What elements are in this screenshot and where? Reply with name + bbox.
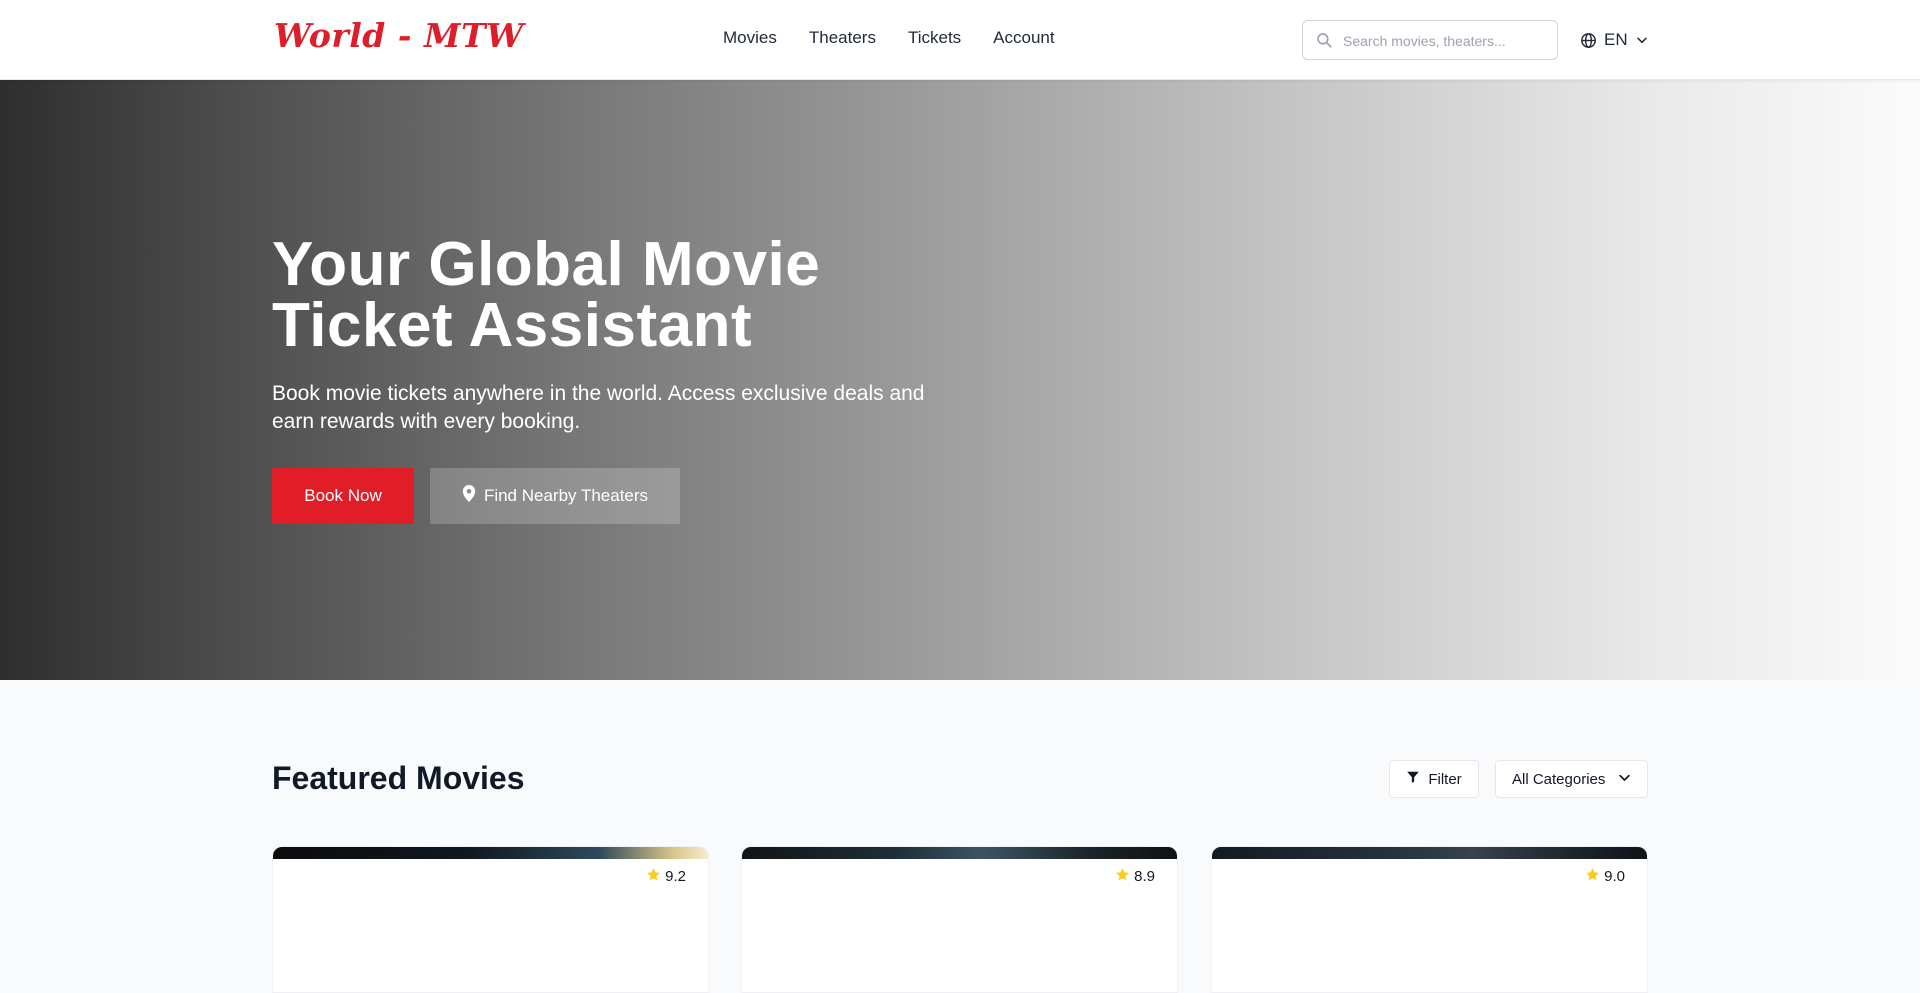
- movie-rating: 9.2: [646, 867, 686, 886]
- nav-tickets[interactable]: Tickets: [908, 28, 961, 48]
- site-header: World - MTW Movies Theaters Tickets Acco…: [0, 0, 1920, 80]
- site-logo[interactable]: World - MTW: [274, 16, 524, 55]
- filter-label: Filter: [1428, 770, 1462, 788]
- movie-card[interactable]: 8.9: [741, 846, 1178, 993]
- search-input[interactable]: [1343, 29, 1549, 53]
- main-nav: Movies Theaters Tickets Account: [723, 28, 1055, 48]
- movie-poster: [742, 847, 1177, 859]
- hero-title-line-1: Your Global Movie: [272, 230, 821, 299]
- hero-banner: Your Global Movie Ticket Assistant Book …: [0, 80, 1920, 680]
- find-nearby-theaters-button[interactable]: Find Nearby Theaters: [430, 468, 680, 524]
- movie-card[interactable]: 9.2: [272, 846, 709, 993]
- nav-theaters[interactable]: Theaters: [809, 28, 876, 48]
- nav-account[interactable]: Account: [993, 28, 1054, 48]
- category-dropdown[interactable]: All Categories: [1495, 760, 1648, 798]
- star-icon: [1115, 867, 1130, 886]
- movie-rating: 9.0: [1585, 867, 1625, 886]
- find-nearby-theaters-label: Find Nearby Theaters: [483, 486, 649, 505]
- movie-rating: 8.9: [1115, 867, 1155, 886]
- category-label: All Categories: [1512, 770, 1606, 788]
- hero-title: Your Global Movie Ticket Assistant: [272, 234, 972, 357]
- star-icon: [646, 867, 661, 886]
- language-selector[interactable]: EN: [1580, 30, 1649, 50]
- book-now-button[interactable]: Book Now: [272, 468, 414, 524]
- star-icon: [1585, 867, 1600, 886]
- movie-poster: [1212, 847, 1647, 859]
- rating-value: 9.0: [1604, 868, 1625, 885]
- rating-value: 8.9: [1134, 868, 1155, 885]
- hero-subtitle: Book movie tickets anywhere in the world…: [272, 382, 925, 433]
- movie-poster: [273, 847, 708, 859]
- chevron-down-icon: [1635, 33, 1649, 47]
- search-icon: [1315, 31, 1333, 49]
- search-box: [1302, 20, 1558, 60]
- movie-card[interactable]: 9.0: [1211, 846, 1648, 993]
- hero-title-line-2: Ticket Assistant: [272, 291, 753, 360]
- nav-movies[interactable]: Movies: [723, 28, 777, 48]
- globe-icon: [1580, 32, 1597, 49]
- featured-movies-title: Featured Movies: [272, 760, 525, 796]
- filter-icon: [1406, 770, 1420, 788]
- filter-button[interactable]: Filter: [1389, 760, 1479, 798]
- chevron-down-icon: [1617, 770, 1632, 789]
- map-pin-icon: [462, 485, 476, 507]
- rating-value: 9.2: [665, 868, 686, 885]
- language-label: EN: [1604, 30, 1628, 49]
